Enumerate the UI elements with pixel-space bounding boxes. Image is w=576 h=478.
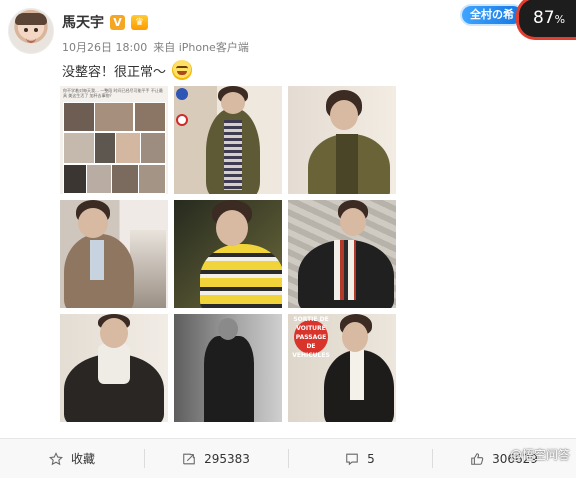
photo-thumb-1[interactable]: 你不学着对每天我… 一整段 时间已经尽可能平手 不让最具 美这生活了 加杯去事物… [60, 86, 168, 194]
name-row: 馬天宇 V ♛ [62, 12, 148, 32]
repost-icon [183, 453, 195, 464]
photo-thumb-3[interactable] [288, 86, 396, 194]
post-source[interactable]: 来自 iPhone客户端 [153, 39, 249, 55]
comment-icon [346, 453, 358, 465]
photo-grid: 你不学着对每天我… 一整段 时间已经尽可能平手 不让最具 美这生活了 加杯去事物… [60, 86, 400, 426]
action-bar: 收藏 295383 5 306629 [0, 438, 576, 478]
favorite-label: 收藏 [70, 452, 95, 466]
village-hope-badge: 全村の希 [462, 6, 522, 24]
post-meta: 10月26日 18:00 来自 iPhone客户端 [62, 39, 249, 55]
street-sign-stamp: SORTIE DE VOITURE PASSAGE DE VEHICULES [292, 315, 330, 359]
comment-button[interactable]: 5 [288, 439, 432, 478]
progress-indicator: 87% [516, 0, 576, 40]
verified-badge-icon: V [110, 14, 125, 30]
photo-thumb-2[interactable] [174, 86, 282, 194]
photo-thumb-5[interactable] [174, 200, 282, 308]
photo-thumb-7[interactable] [60, 314, 168, 422]
collage-caption: 你不学着对每天我… 一整段 时间已经尽可能平手 不让最具 美这生活了 加杯去事物… [63, 88, 163, 98]
progress-percent-unit: % [554, 13, 566, 26]
progress-percent: 87 [532, 8, 555, 28]
post-text-content: 没整容！很正常～ [62, 64, 167, 80]
like-icon [471, 452, 484, 465]
photo-thumb-8[interactable] [174, 314, 282, 422]
favorite-button[interactable]: 收藏 [0, 439, 144, 478]
repost-button[interactable]: 295383 [144, 439, 288, 478]
photo-thumb-4[interactable] [60, 200, 168, 308]
photo-thumb-6[interactable] [288, 200, 396, 308]
repost-count: 295383 [204, 451, 250, 466]
post-text: 没整容！很正常～ [62, 60, 193, 80]
star-icon [48, 451, 63, 465]
avatar[interactable] [8, 8, 54, 54]
watermark: @悟空问答 [509, 448, 570, 462]
grinning-face-icon [172, 60, 193, 80]
user-name[interactable]: 馬天宇 [62, 12, 104, 32]
comment-count: 5 [367, 451, 375, 466]
photo-thumb-9[interactable]: SORTIE DE VOITURE PASSAGE DE VEHICULES [288, 314, 396, 422]
vip-crown-icon: ♛ [131, 14, 148, 30]
post-timestamp[interactable]: 10月26日 18:00 [62, 39, 147, 55]
